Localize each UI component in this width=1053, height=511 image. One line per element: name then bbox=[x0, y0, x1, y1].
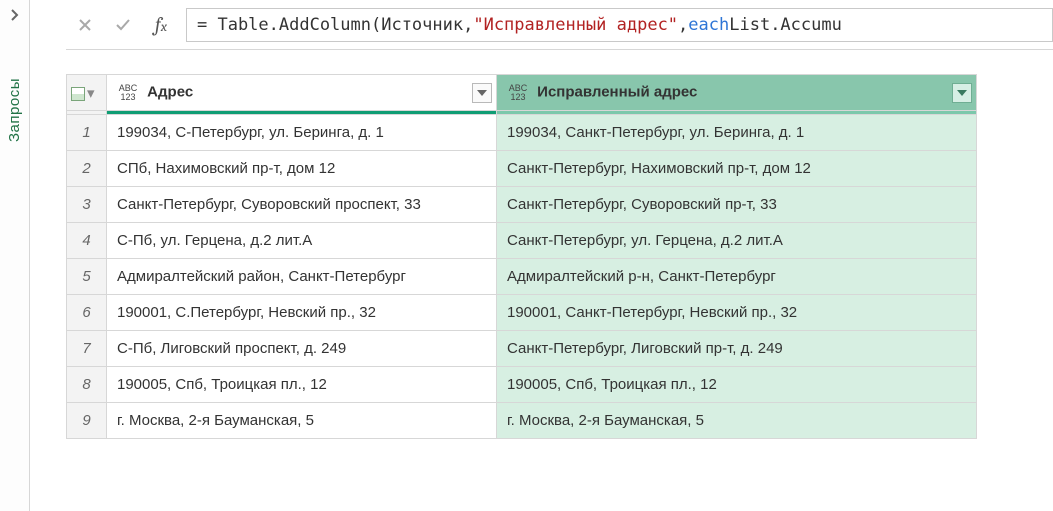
column-filter-dropdown[interactable] bbox=[472, 83, 492, 103]
data-grid: ▾ ABC 123 Адрес bbox=[66, 74, 977, 439]
row-number[interactable]: 9 bbox=[67, 403, 107, 439]
table-row: 2СПб, Нахимовский пр-т, дом 12Санкт-Пете… bbox=[67, 151, 977, 187]
queries-pane-collapsed: Запросы bbox=[0, 0, 30, 511]
formula-cancel-button bbox=[66, 6, 104, 44]
table-row: 4С-Пб, ул. Герцена, д.2 лит.АСанкт-Петер… bbox=[67, 223, 977, 259]
cell-ispravlennyj-adres[interactable]: Санкт-Петербург, Суворовский пр-т, 33 bbox=[497, 187, 977, 223]
cell-adres[interactable]: Адмиралтейский район, Санкт-Петербург bbox=[107, 259, 497, 295]
cell-ispravlennyj-adres[interactable]: 190001, Санкт-Петербург, Невский пр., 32 bbox=[497, 295, 977, 331]
queries-pane-label[interactable]: Запросы bbox=[6, 78, 23, 142]
cell-adres[interactable]: С-Пб, Лиговский проспект, д. 249 bbox=[107, 331, 497, 367]
row-number[interactable]: 5 bbox=[67, 259, 107, 295]
cell-ispravlennyj-adres[interactable]: 199034, Санкт-Петербург, ул. Беринга, д.… bbox=[497, 115, 977, 151]
table-row: 9г. Москва, 2-я Бауманская, 5г. Москва, … bbox=[67, 403, 977, 439]
row-number[interactable]: 7 bbox=[67, 331, 107, 367]
column-header-adres[interactable]: ABC 123 Адрес bbox=[107, 75, 497, 111]
table-icon bbox=[71, 87, 85, 101]
table-row: 5Адмиралтейский район, Санкт-ПетербургАд… bbox=[67, 259, 977, 295]
formula-input[interactable]: = Table.AddColumn(Источник, "Исправленны… bbox=[186, 8, 1053, 42]
formula-text-suffix: List.Accumu bbox=[729, 15, 842, 35]
table-row: 6190001, С.Петербург, Невский пр., 32190… bbox=[67, 295, 977, 331]
cell-ispravlennyj-adres[interactable]: Адмиралтейский р-н, Санкт-Петербург bbox=[497, 259, 977, 295]
cell-adres[interactable]: 199034, С-Петербург, ул. Беринга, д. 1 bbox=[107, 115, 497, 151]
cell-adres[interactable]: 190001, С.Петербург, Невский пр., 32 bbox=[107, 295, 497, 331]
formula-text-string: "Исправленный адрес" bbox=[473, 15, 678, 35]
row-number[interactable]: 2 bbox=[67, 151, 107, 187]
fx-icon: fx bbox=[142, 6, 180, 44]
formula-text-mid: , bbox=[678, 15, 688, 35]
formula-commit-button bbox=[104, 6, 142, 44]
row-number[interactable]: 1 bbox=[67, 115, 107, 151]
row-number[interactable]: 6 bbox=[67, 295, 107, 331]
expand-queries-button[interactable] bbox=[4, 4, 26, 26]
formula-text-prefix: = Table.AddColumn(Источник, bbox=[197, 15, 473, 35]
cell-adres[interactable]: 190005, Спб, Троицкая пл., 12 bbox=[107, 367, 497, 403]
table-row: 7С-Пб, Лиговский проспект, д. 249Санкт-П… bbox=[67, 331, 977, 367]
row-number[interactable]: 8 bbox=[67, 367, 107, 403]
table-menu-dropdown[interactable]: ▾ bbox=[87, 84, 95, 102]
datatype-any-icon[interactable]: ABC 123 bbox=[117, 84, 139, 102]
row-number[interactable]: 4 bbox=[67, 223, 107, 259]
cell-ispravlennyj-adres[interactable]: Санкт-Петербург, Лиговский пр-т, д. 249 bbox=[497, 331, 977, 367]
select-all-cell[interactable]: ▾ bbox=[67, 75, 107, 111]
cell-ispravlennyj-adres[interactable]: Санкт-Петербург, ул. Герцена, д.2 лит.А bbox=[497, 223, 977, 259]
column-name: Адрес bbox=[147, 84, 193, 101]
row-number[interactable]: 3 bbox=[67, 187, 107, 223]
cell-adres[interactable]: г. Москва, 2-я Бауманская, 5 bbox=[107, 403, 497, 439]
cell-ispravlennyj-adres[interactable]: 190005, Спб, Троицкая пл., 12 bbox=[497, 367, 977, 403]
formula-bar: fx = Table.AddColumn(Источник, "Исправле… bbox=[66, 0, 1053, 50]
cell-ispravlennyj-adres[interactable]: г. Москва, 2-я Бауманская, 5 bbox=[497, 403, 977, 439]
datatype-any-icon[interactable]: ABC 123 bbox=[507, 84, 529, 102]
table-row: 1199034, С-Петербург, ул. Беринга, д. 11… bbox=[67, 115, 977, 151]
column-filter-dropdown[interactable] bbox=[952, 83, 972, 103]
cell-ispravlennyj-adres[interactable]: Санкт-Петербург, Нахимовский пр-т, дом 1… bbox=[497, 151, 977, 187]
column-header-ispravlennyj-adres[interactable]: ABC 123 Исправленный адрес bbox=[497, 75, 977, 111]
cell-adres[interactable]: С-Пб, ул. Герцена, д.2 лит.А bbox=[107, 223, 497, 259]
column-name: Исправленный адрес bbox=[537, 84, 697, 101]
cell-adres[interactable]: Санкт-Петербург, Суворовский проспект, 3… bbox=[107, 187, 497, 223]
table-row: 3Санкт-Петербург, Суворовский проспект, … bbox=[67, 187, 977, 223]
cell-adres[interactable]: СПб, Нахимовский пр-т, дом 12 bbox=[107, 151, 497, 187]
table-row: 8190005, Спб, Троицкая пл., 12190005, Сп… bbox=[67, 367, 977, 403]
formula-keyword-each: each bbox=[688, 15, 729, 35]
